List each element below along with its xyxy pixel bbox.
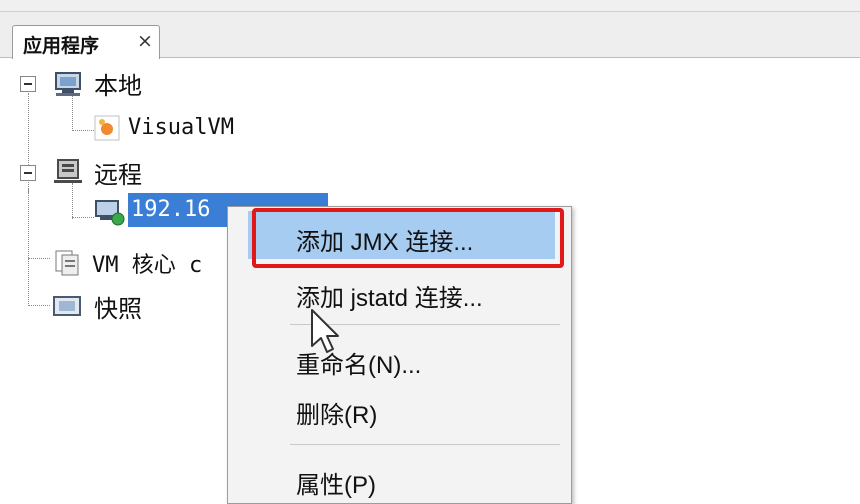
tree-node-remote[interactable]: 远程 — [94, 155, 142, 190]
visualvm-icon — [94, 115, 120, 141]
collapse-toggle-remote[interactable] — [20, 165, 36, 181]
tab-applications[interactable]: 应用程序 × — [12, 25, 160, 59]
close-icon[interactable]: × — [137, 30, 153, 52]
tree-connector — [72, 130, 94, 131]
tree-connector — [28, 258, 50, 259]
tree-node-coredumps[interactable]: VM 核心 c — [92, 247, 202, 279]
tree-connector — [72, 183, 73, 219]
tree-connector — [28, 305, 50, 306]
remote-host-connected-icon — [95, 200, 125, 226]
menu-separator — [290, 444, 560, 445]
menu-item-add-jstatd[interactable]: 添加 jstatd 连接... — [228, 268, 571, 318]
window-top-strip — [0, 0, 860, 12]
menu-item-label: 删除(R) — [296, 402, 378, 429]
menu-item-label: 属性(P) — [296, 472, 376, 499]
annotation-highlight-box — [252, 208, 564, 268]
tree-connector — [72, 95, 73, 131]
core-dump-icon — [55, 250, 79, 276]
menu-item-properties[interactable]: 属性(P) — [228, 455, 571, 504]
tree-node-visualvm[interactable]: VisualVM — [128, 115, 234, 140]
remote-host-icon — [54, 159, 82, 183]
tab-label: 应用程序 — [23, 35, 100, 57]
collapse-toggle-local[interactable] — [20, 76, 36, 92]
computer-icon — [55, 72, 81, 96]
mouse-cursor-icon — [311, 309, 339, 353]
menu-item-rename[interactable]: 重命名(N)... — [228, 335, 571, 385]
tree-connector — [72, 217, 94, 218]
menu-item-delete[interactable]: 删除(R) — [228, 385, 571, 435]
tree-node-host[interactable]: 192.16 — [131, 197, 210, 222]
snapshot-icon — [53, 296, 81, 316]
tree-connector — [28, 189, 29, 306]
tree-node-snapshots[interactable]: 快照 — [94, 289, 142, 324]
tree-node-local[interactable]: 本地 — [94, 66, 142, 101]
